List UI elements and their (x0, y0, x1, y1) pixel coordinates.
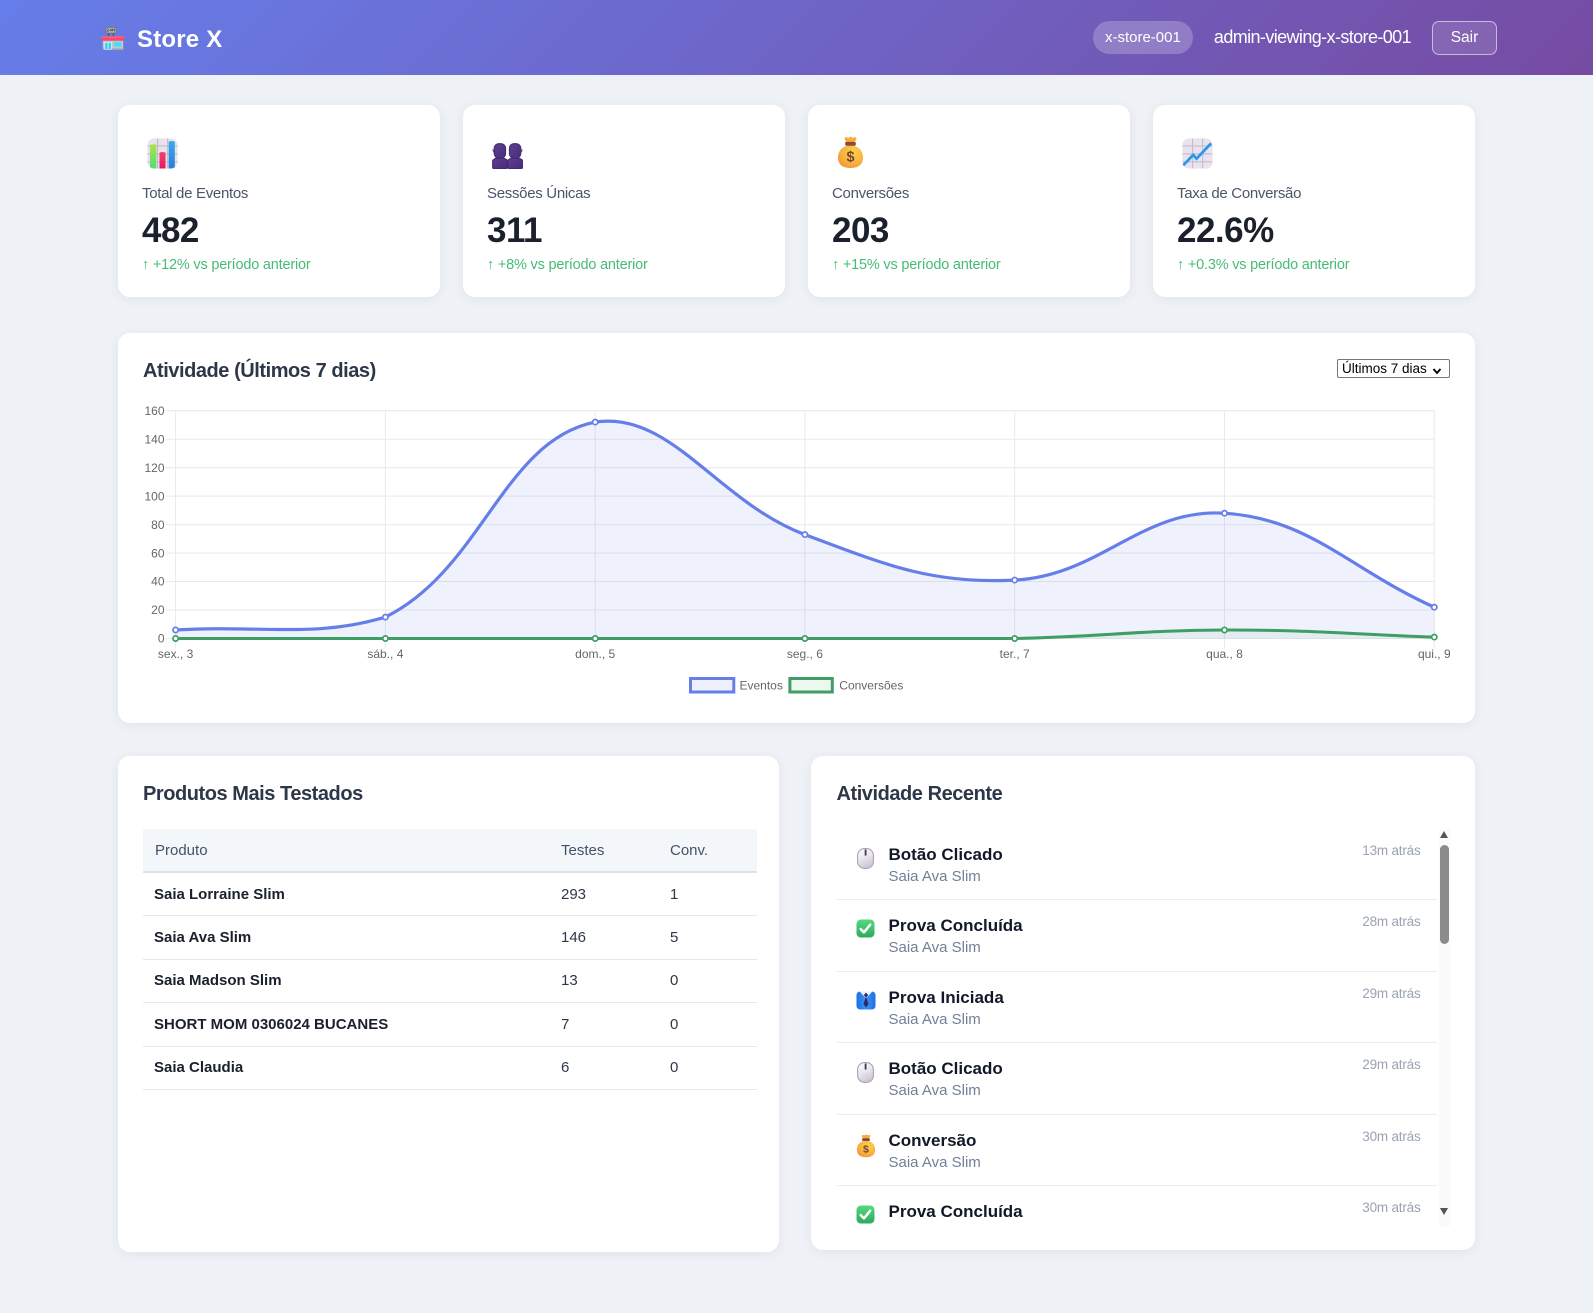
svg-text:60: 60 (151, 546, 165, 560)
svg-text:$: $ (863, 1143, 869, 1155)
svg-text:qui., 9: qui., 9 (1418, 647, 1450, 661)
svg-text:sáb., 4: sáb., 4 (367, 647, 403, 661)
svg-text:qua., 8: qua., 8 (1206, 647, 1243, 661)
svg-text:140: 140 (144, 432, 164, 446)
svg-text:40: 40 (151, 575, 165, 589)
svg-text:0: 0 (158, 632, 165, 646)
svg-text:$: $ (846, 149, 854, 165)
svg-text:Conversões: Conversões (839, 679, 903, 693)
svg-text:100: 100 (144, 489, 164, 503)
svg-text:seg., 6: seg., 6 (787, 647, 823, 661)
svg-text:Eventos: Eventos (740, 679, 783, 693)
svg-text:sex., 3: sex., 3 (158, 647, 194, 661)
svg-text:160: 160 (144, 404, 164, 418)
svg-text:80: 80 (151, 518, 165, 532)
svg-text:120: 120 (144, 461, 164, 475)
svg-text:24H: 24H (107, 28, 116, 33)
svg-text:20: 20 (151, 603, 165, 617)
svg-text:dom., 5: dom., 5 (575, 647, 615, 661)
svg-text:ter., 7: ter., 7 (1000, 647, 1030, 661)
